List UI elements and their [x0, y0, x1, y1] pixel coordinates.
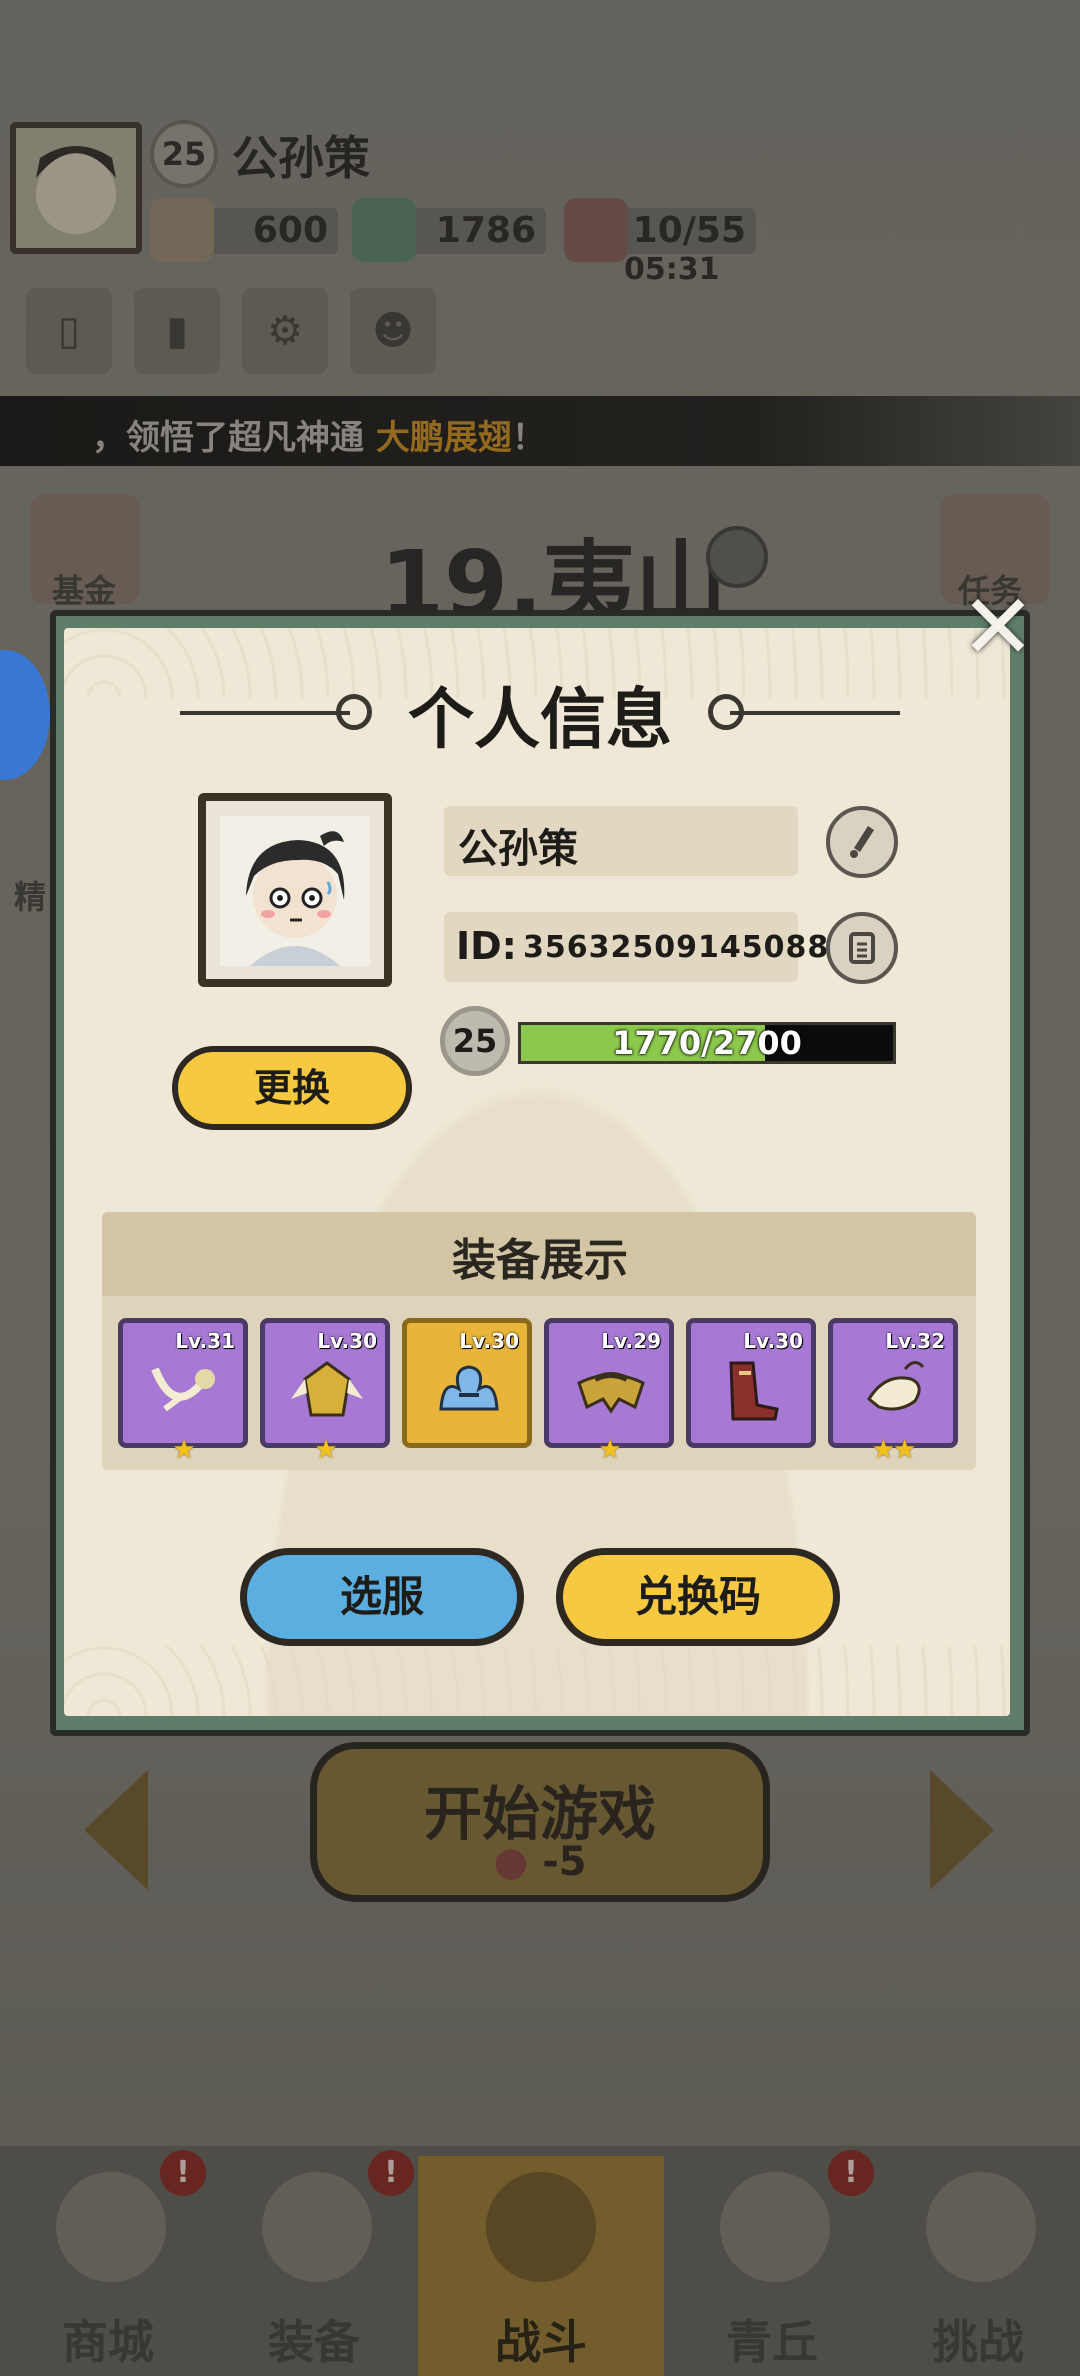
equipment-stars: ★★: [871, 1435, 917, 1465]
profile-level-badge: 25: [440, 1006, 510, 1076]
player-name-value: 公孙策: [458, 826, 578, 872]
copy-icon: [849, 932, 875, 964]
equipment-stars: ★: [598, 1435, 621, 1465]
feather-charm-icon: [867, 1361, 925, 1411]
equipment-slot[interactable]: Lv.30: [402, 1318, 532, 1448]
id-label: ID:: [456, 924, 517, 968]
copy-id-button[interactable]: [826, 912, 898, 984]
panel-bottom-pattern: [64, 1646, 1010, 1716]
id-value: 356325091450880: [523, 930, 852, 965]
redeem-code-button[interactable]: 兑换码: [556, 1548, 840, 1646]
equipment-slot[interactable]: Lv.29 ★: [544, 1318, 674, 1465]
equipment-stars: ★: [172, 1435, 195, 1465]
exp-bar: 1770/2700: [518, 1022, 896, 1064]
select-server-button[interactable]: 选服: [240, 1548, 524, 1646]
equipment-slot[interactable]: Lv.32 ★★: [828, 1318, 958, 1465]
equipment-title: 装备展示: [452, 1235, 628, 1286]
equipment-stars: ★: [314, 1435, 337, 1465]
dialog-title: 个人信息: [408, 681, 672, 758]
profile-panel: [64, 628, 1010, 1716]
boots-icon: [729, 1361, 779, 1421]
shoulder-guard-icon: [577, 1372, 645, 1414]
horned-helm-icon: [439, 1365, 499, 1411]
close-icon[interactable]: ✕: [960, 583, 1036, 673]
profile-avatar-icon: [220, 816, 370, 966]
equipment-slot[interactable]: Lv.30 ★: [260, 1318, 390, 1465]
winged-armor-icon: [291, 1361, 363, 1417]
rename-button[interactable]: [826, 806, 898, 878]
bone-necklace-icon: [151, 1367, 215, 1412]
equipment-slot[interactable]: Lv.30: [686, 1318, 816, 1448]
brush-icon: [850, 826, 874, 858]
equipment-slot[interactable]: Lv.31 ★: [118, 1318, 248, 1465]
exp-text: 1770/2700: [612, 1024, 802, 1062]
change-avatar-button[interactable]: 更换: [172, 1046, 412, 1130]
